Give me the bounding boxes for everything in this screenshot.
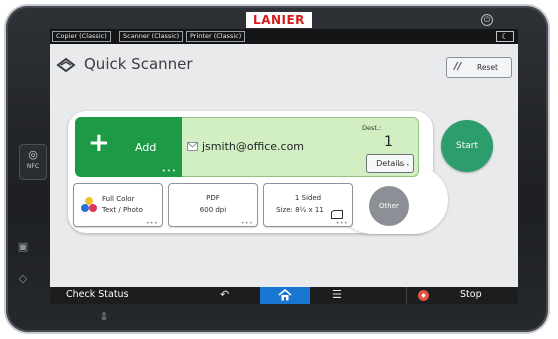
details-button[interactable]: Details ••• [366, 154, 414, 173]
home-button[interactable] [260, 287, 310, 304]
color-icon [81, 197, 97, 212]
side-arrow-icon: ◇ [18, 272, 28, 285]
more-dots-icon: ••• [161, 167, 177, 175]
usb-icon: ⇩ [99, 312, 109, 323]
dest-count-label: Dest.: [362, 124, 382, 132]
mail-icon [187, 142, 198, 151]
color-mode-line2: Text / Photo [102, 206, 143, 214]
plus-icon: + [88, 128, 110, 158]
scan-sides-line1: 1 Sided [294, 194, 322, 202]
file-format-line1: PDF [206, 194, 220, 202]
bottom-bar: Check Status ↶ ☰ ◆ Stop [50, 287, 518, 304]
nfc-icon: ◎ NFC [19, 144, 47, 180]
reset-label: Reset [477, 63, 498, 72]
dest-count-value: 1 [384, 134, 393, 150]
back-icon[interactable]: ↶ [220, 288, 229, 301]
file-format-button[interactable]: PDF 600 dpi ••• [168, 183, 258, 227]
more-dots-icon: ••• [145, 220, 158, 227]
menu-icon[interactable]: ☰ [332, 288, 342, 301]
check-status-button[interactable]: Check Status [66, 289, 129, 300]
orientation-icon [331, 210, 343, 219]
more-dots-icon: ••• [397, 162, 410, 169]
file-format-line2: 600 dpi [199, 206, 227, 214]
reset-icon: // [454, 61, 462, 72]
reset-button[interactable]: // Reset [446, 57, 512, 78]
other-label: Other [379, 202, 399, 210]
add-destination-button[interactable]: + Add ••• [75, 117, 182, 177]
add-label: Add [135, 141, 157, 154]
tab-scanner[interactable]: Scanner (Classic) [119, 31, 184, 42]
moon-icon[interactable]: ☾ [496, 31, 514, 42]
tab-copier[interactable]: Copier (Classic) [52, 31, 111, 42]
brand-logo: LANIER [246, 12, 312, 28]
home-icon [278, 289, 292, 301]
tab-printer[interactable]: Printer (Classic) [186, 31, 246, 42]
side-indicator-icon: ▣ [17, 240, 29, 253]
more-dots-icon: ••• [240, 220, 253, 227]
stop-button[interactable]: Stop [460, 289, 482, 300]
power-icon[interactable]: ⏻ [481, 14, 493, 26]
color-mode-text: Full Color Text / Photo [102, 194, 143, 216]
start-button[interactable]: Start [441, 120, 493, 172]
color-mode-line1: Full Color [102, 195, 135, 203]
start-label: Start [456, 141, 478, 151]
color-mode-button[interactable]: Full Color Text / Photo ••• [73, 183, 163, 227]
stop-icon[interactable]: ◆ [418, 290, 429, 301]
other-settings-button[interactable]: Other [369, 186, 409, 226]
scanner-icon [56, 57, 76, 73]
destination-email: jsmith@office.com [202, 140, 305, 153]
page-title: Quick Scanner [84, 55, 193, 73]
function-tab-bar: Copier (Classic) Scanner (Classic) Print… [50, 29, 518, 44]
divider [406, 287, 407, 304]
more-dots-icon: ••• [335, 220, 348, 227]
scan-size-button[interactable]: 1 Sided Size: 8½ x 11 ••• [263, 183, 353, 227]
